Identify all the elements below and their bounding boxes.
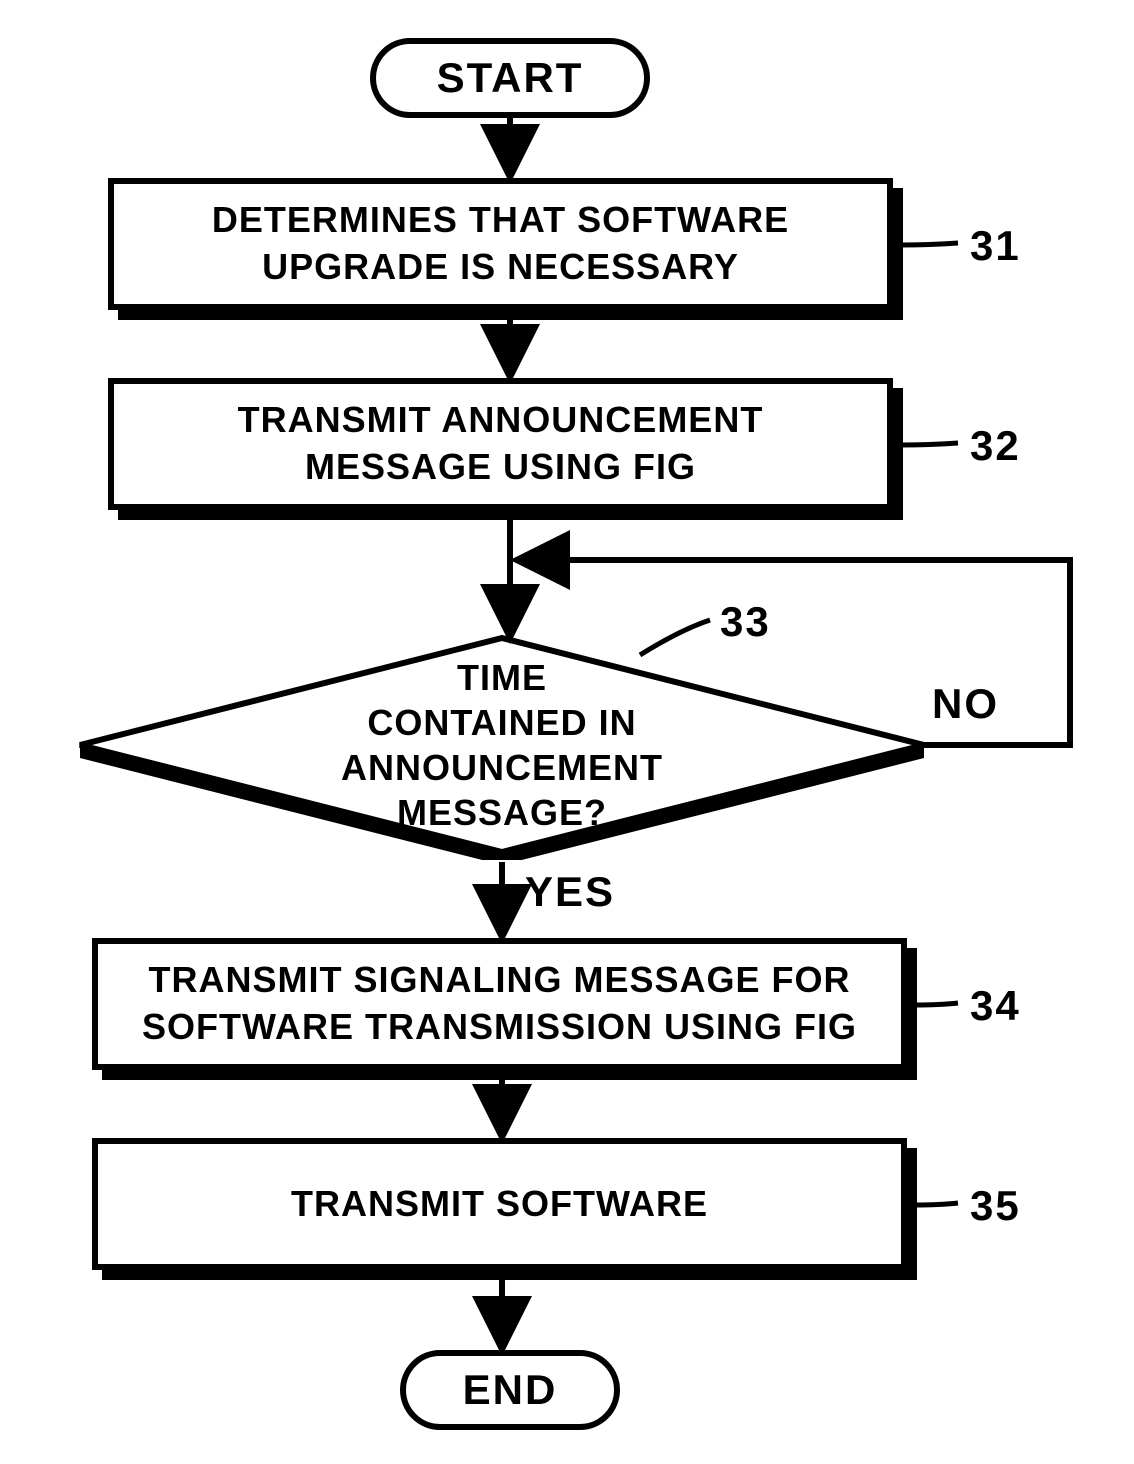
leader-35 (914, 1203, 958, 1205)
label-31: 31 (970, 222, 1021, 270)
process-31-text: DETERMINES THAT SOFTWARE UPGRADE IS NECE… (212, 197, 789, 291)
leader-31 (900, 243, 958, 245)
end-label: END (463, 1366, 558, 1414)
leader-34 (914, 1003, 958, 1005)
label-33: 33 (720, 598, 771, 646)
label-no: NO (932, 680, 999, 728)
start-terminal: START (370, 38, 650, 118)
start-label: START (437, 54, 584, 102)
process-31: DETERMINES THAT SOFTWARE UPGRADE IS NECE… (108, 178, 893, 310)
end-terminal: END (400, 1350, 620, 1430)
flowchart-container: START DETERMINES THAT SOFTWARE UPGRADE I… (0, 0, 1134, 1464)
process-32: TRANSMIT ANNOUNCEMENT MESSAGE USING FIG (108, 378, 893, 510)
leader-32 (900, 443, 958, 445)
process-34: TRANSMIT SIGNALING MESSAGE FOR SOFTWARE … (92, 938, 907, 1070)
label-35: 35 (970, 1182, 1021, 1230)
label-32: 32 (970, 422, 1021, 470)
label-34: 34 (970, 982, 1021, 1030)
process-35: TRANSMIT SOFTWARE (92, 1138, 907, 1270)
decision-33: TIME CONTAINED IN ANNOUNCEMENT MESSAGE? (72, 630, 932, 860)
label-yes: YES (525, 868, 615, 916)
process-32-text: TRANSMIT ANNOUNCEMENT MESSAGE USING FIG (238, 397, 764, 491)
process-34-text: TRANSMIT SIGNALING MESSAGE FOR SOFTWARE … (142, 957, 857, 1051)
process-35-text: TRANSMIT SOFTWARE (291, 1181, 708, 1228)
decision-33-text: TIME CONTAINED IN ANNOUNCEMENT MESSAGE? (287, 655, 717, 835)
